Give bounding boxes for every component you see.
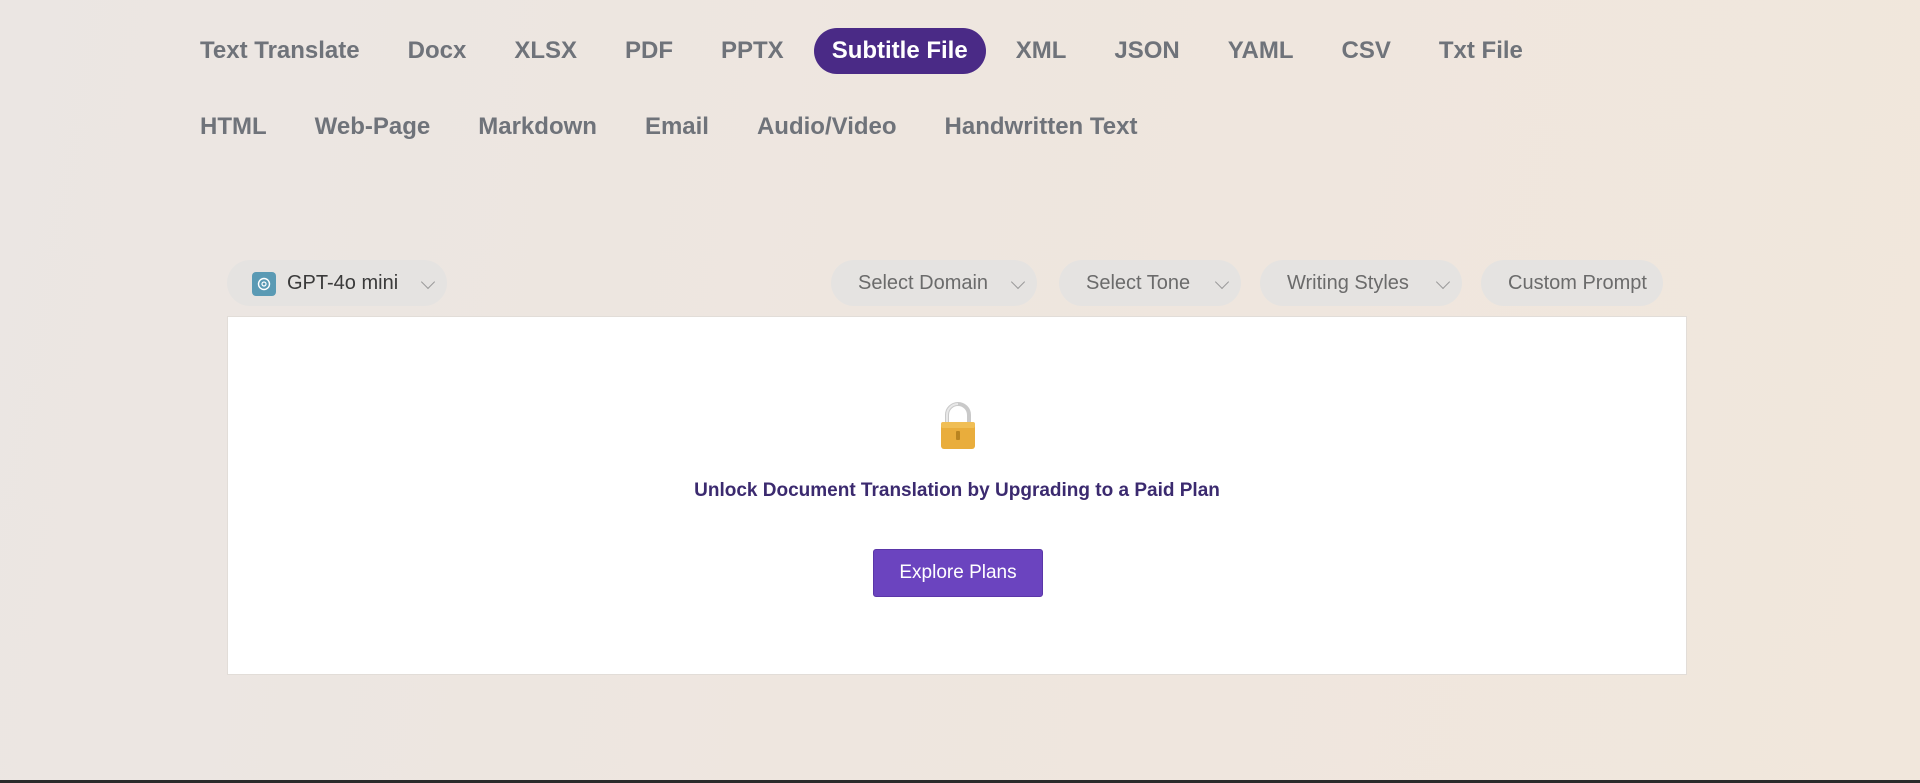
model-select[interactable]: GPT-4o mini — [227, 260, 447, 306]
tab-email[interactable]: Email — [627, 104, 727, 150]
translation-options-toolbar: GPT-4o mini Select Domain Select Tone Wr… — [227, 260, 1687, 306]
tab-text-translate[interactable]: Text Translate — [182, 28, 378, 74]
writing-styles-label: Writing Styles — [1287, 272, 1409, 294]
tab-pptx[interactable]: PPTX — [703, 28, 802, 74]
tab-txt-file[interactable]: Txt File — [1421, 28, 1541, 74]
tone-select-label: Select Tone — [1086, 272, 1191, 294]
locked-upload-panel: Unlock Document Translation by Upgrading… — [227, 316, 1687, 675]
domain-select-label: Select Domain — [858, 272, 989, 294]
tab-json[interactable]: JSON — [1096, 28, 1197, 74]
tab-yaml[interactable]: YAML — [1210, 28, 1312, 74]
writing-styles-select[interactable]: Writing Styles — [1260, 260, 1462, 306]
tone-select[interactable]: Select Tone — [1059, 260, 1241, 306]
openai-logo-icon — [252, 272, 276, 296]
tab-web-page[interactable]: Web-Page — [297, 104, 449, 150]
tab-subtitle-file[interactable]: Subtitle File — [813, 28, 986, 74]
chevron-down-icon — [1214, 274, 1230, 290]
tab-xml[interactable]: XML — [998, 28, 1085, 74]
tab-markdown[interactable]: Markdown — [460, 104, 615, 150]
chevron-down-icon — [1435, 274, 1451, 290]
tab-xlsx[interactable]: XLSX — [496, 28, 595, 74]
tab-handwritten-text[interactable]: Handwritten Text — [927, 104, 1156, 150]
model-select-label: GPT-4o mini — [287, 272, 399, 294]
domain-select[interactable]: Select Domain — [831, 260, 1037, 306]
tab-csv[interactable]: CSV — [1324, 28, 1409, 74]
padlock-icon — [941, 402, 975, 449]
chevron-down-icon — [1010, 274, 1026, 290]
tab-html[interactable]: HTML — [182, 104, 285, 150]
upgrade-message: Unlock Document Translation by Upgrading… — [694, 480, 1220, 501]
tab-audio-video[interactable]: Audio/Video — [739, 104, 915, 150]
chevron-down-icon — [420, 274, 436, 290]
tab-pdf[interactable]: PDF — [607, 28, 691, 74]
custom-prompt-label: Custom Prompt — [1508, 272, 1647, 294]
format-tabs: Text Translate Docx XLSX PDF PPTX Subtitle Fi… — [182, 28, 1662, 150]
custom-prompt-button[interactable]: Custom Prompt — [1481, 260, 1663, 306]
explore-plans-button[interactable]: Explore Plans — [873, 549, 1043, 597]
tab-docx[interactable]: Docx — [390, 28, 485, 74]
